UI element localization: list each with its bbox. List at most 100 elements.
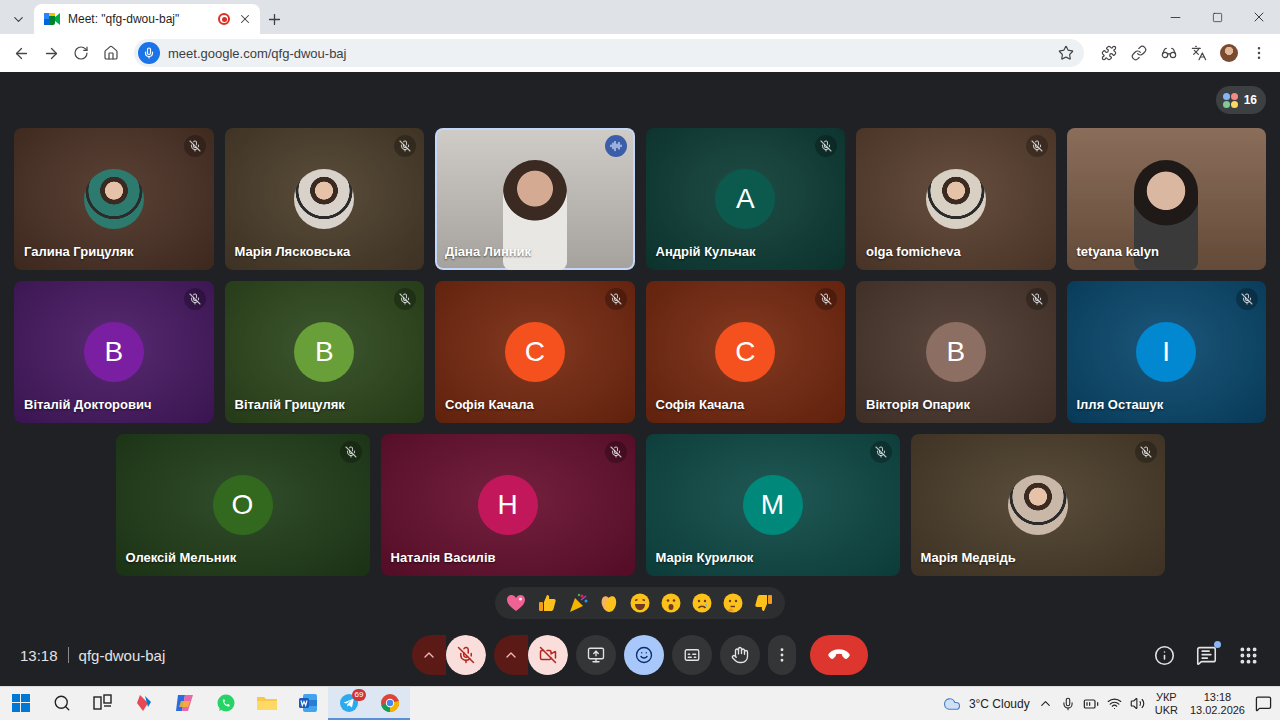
show-hidden-icon[interactable] <box>1038 696 1053 711</box>
profile-button[interactable] <box>1214 38 1244 68</box>
close-tab-icon[interactable] <box>238 12 252 26</box>
taskbar-app[interactable] <box>246 687 287 720</box>
participant-tile[interactable]: ААндрій Кульчак <box>646 128 846 270</box>
leave-call-button[interactable] <box>810 635 868 675</box>
microphone-button[interactable] <box>446 635 486 675</box>
clock[interactable]: 13:1813.02.2026 <box>1188 691 1247 717</box>
participant-count[interactable]: 16 <box>1216 86 1266 114</box>
forward-button[interactable] <box>36 38 66 68</box>
taskbar-app[interactable] <box>164 687 205 720</box>
mic-icon[interactable] <box>1061 697 1075 711</box>
tab-title: Meet: "qfg-dwou-baj" <box>68 12 210 26</box>
wifi-icon[interactable] <box>1107 696 1122 711</box>
participant-avatar <box>84 169 144 229</box>
audio-settings-button[interactable] <box>412 635 446 675</box>
new-tab-button[interactable] <box>260 4 288 34</box>
maximize-button[interactable] <box>1196 0 1238 34</box>
participant-tile[interactable]: ММарія Курилюк <box>646 434 900 576</box>
captions-button[interactable] <box>672 635 712 675</box>
sparkling-heart-icon[interactable] <box>505 592 527 614</box>
thumbs-up-icon[interactable] <box>536 592 558 614</box>
participant-tile[interactable]: Галина Грицуляк <box>14 128 214 270</box>
activities-button[interactable] <box>1236 643 1260 667</box>
reload-button[interactable] <box>66 38 96 68</box>
crying-face-icon[interactable] <box>691 592 713 614</box>
tile-row: Галина ГрицулякМарія ЛясковськаДіана Лин… <box>14 128 1266 270</box>
notifications-icon[interactable] <box>1255 695 1272 712</box>
meeting-info: 13:18qfg-dwou-baj <box>14 647 412 664</box>
participant-tile[interactable]: ВВіталій Докторович <box>14 281 214 423</box>
arrow-left-icon <box>13 45 30 62</box>
input-language[interactable]: УКРUKR <box>1153 691 1180 717</box>
home-button[interactable] <box>96 38 126 68</box>
chat-button[interactable] <box>1194 643 1218 667</box>
present-button[interactable] <box>576 635 616 675</box>
muted-indicator <box>870 441 892 463</box>
participant-tile[interactable]: ІІлля Осташук <box>1067 281 1267 423</box>
extensions-button[interactable] <box>1094 38 1124 68</box>
volume-icon[interactable] <box>1130 696 1145 711</box>
taskbar-app[interactable] <box>123 687 164 720</box>
participant-tile[interactable]: ССофія Качала <box>435 281 635 423</box>
participant-tile[interactable]: Марія Медвідь <box>911 434 1165 576</box>
taskbar-app[interactable] <box>287 687 328 720</box>
translate-button[interactable] <box>1184 38 1214 68</box>
participant-name: olga fomicheva <box>866 244 961 259</box>
mic-in-use-badge[interactable] <box>138 42 160 64</box>
battery-icon[interactable] <box>1083 696 1099 712</box>
participant-tile[interactable]: ВВіталій Грицуляк <box>225 281 425 423</box>
reactions-button[interactable] <box>624 635 664 675</box>
incognito-button[interactable] <box>1154 38 1184 68</box>
unread-dot <box>1214 641 1221 648</box>
taskbar-app[interactable]: 69 <box>328 687 369 720</box>
system-tray: 3°C Cloudy УКРUKR 13:1813.02.2026 <box>943 691 1280 717</box>
raise-hand-button[interactable] <box>720 635 760 675</box>
address-bar[interactable]: meet.google.com/qfg-dwou-baj <box>134 39 1084 67</box>
minimize-icon <box>1168 10 1183 25</box>
start-button[interactable] <box>0 687 41 720</box>
camera-button[interactable] <box>528 635 568 675</box>
laughing-face-icon[interactable] <box>629 592 651 614</box>
surprised-face-icon[interactable] <box>660 592 682 614</box>
participant-tile[interactable]: ССофія Качала <box>646 281 846 423</box>
participant-tile[interactable]: Марія Лясковська <box>225 128 425 270</box>
taskbar-app[interactable] <box>369 687 410 720</box>
windows-logo-icon[interactable] <box>12 694 30 712</box>
thumbs-down-icon[interactable] <box>753 592 775 614</box>
minimize-button[interactable] <box>1154 0 1196 34</box>
participant-tile[interactable]: ВВікторія Опарик <box>856 281 1056 423</box>
share-link-button[interactable] <box>1124 38 1154 68</box>
browser-toolbar: meet.google.com/qfg-dwou-baj <box>0 34 1280 72</box>
participant-tile[interactable]: olga fomicheva <box>856 128 1056 270</box>
muted-indicator <box>1026 288 1048 310</box>
muted-indicator <box>605 441 627 463</box>
chevron-up-icon <box>503 647 519 663</box>
profile-avatar <box>1220 44 1238 62</box>
tile-row: ВВіталій ДокторовичВВіталій ГрицулякССоф… <box>14 281 1266 423</box>
participant-tile[interactable]: ООлексій Мельник <box>116 434 370 576</box>
thinking-face-icon[interactable] <box>722 592 744 614</box>
browser-tab[interactable]: Meet: "qfg-dwou-baj" <box>34 4 260 34</box>
task-view-button[interactable] <box>82 687 123 720</box>
video-settings-button[interactable] <box>494 635 528 675</box>
party-popper-icon[interactable] <box>567 592 589 614</box>
more-options-button[interactable] <box>768 635 796 675</box>
weather-text[interactable]: 3°C Cloudy <box>969 697 1030 711</box>
participant-tile[interactable]: Діана Линник <box>435 128 635 270</box>
participant-tile[interactable]: ННаталія Василів <box>381 434 635 576</box>
clapping-hands-icon[interactable] <box>598 592 620 614</box>
meeting-time: 13:18 <box>20 647 58 664</box>
search-button[interactable] <box>41 687 82 720</box>
participant-tile[interactable]: tetyana kalyn <box>1067 128 1267 270</box>
chrome-menu-button[interactable] <box>1244 38 1274 68</box>
participant-name: Олексій Мельник <box>126 550 237 565</box>
tab-search-button[interactable] <box>4 4 32 34</box>
more-vertical-icon <box>1251 45 1267 61</box>
taskbar-app[interactable] <box>205 687 246 720</box>
bookmark-star-icon[interactable] <box>1058 45 1074 61</box>
close-window-button[interactable] <box>1238 0 1280 34</box>
back-button[interactable] <box>6 38 36 68</box>
speaking-indicator <box>605 135 627 157</box>
meeting-details-button[interactable] <box>1152 643 1176 667</box>
cloud-icon <box>943 695 961 713</box>
